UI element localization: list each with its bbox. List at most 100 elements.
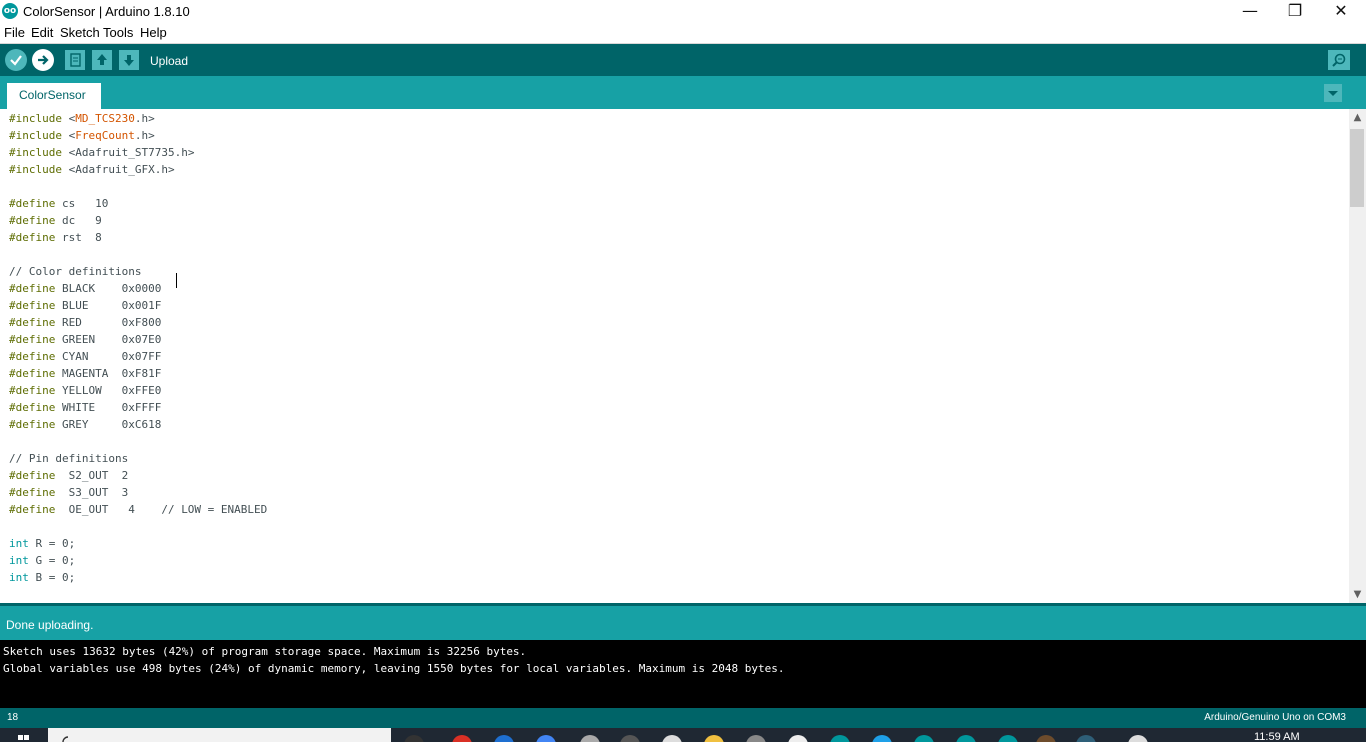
code-token: int: [9, 554, 29, 567]
open-sketch-button[interactable]: [92, 50, 112, 70]
code-line: #include <FreqCount.h>: [9, 127, 155, 144]
code-line: #define rst 8: [9, 229, 102, 246]
code-token: BLACK 0x0000: [55, 282, 162, 295]
code-line: // Color definitions: [9, 263, 141, 280]
code-line: #define S3_OUT 3: [9, 484, 128, 501]
windows-start-icon[interactable]: [14, 732, 34, 742]
code-line: #include <MD_TCS230.h>: [9, 110, 155, 127]
code-line: #define cs 10: [9, 195, 108, 212]
code-token: #define: [9, 282, 56, 295]
new-sketch-button[interactable]: [65, 50, 85, 70]
output-console[interactable]: Sketch uses 13632 bytes (42%) of program…: [0, 640, 1366, 708]
code-token: #include: [9, 163, 62, 176]
scroll-up-icon[interactable]: ▲: [1349, 109, 1366, 126]
serial-monitor-button[interactable]: [1328, 50, 1350, 70]
code-line: int R = 0;: [9, 535, 75, 552]
code-token: #define: [9, 299, 56, 312]
menu-tools[interactable]: Tools: [103, 25, 133, 40]
menu-help[interactable]: Help: [140, 25, 167, 40]
code-token: R = 0;: [28, 537, 76, 550]
code-token: #define: [9, 486, 56, 499]
task-view-icon[interactable]: [404, 735, 424, 742]
code-line: int B = 0;: [9, 569, 75, 586]
code-token: S2_OUT 2: [55, 469, 129, 482]
tab-label: ColorSensor: [19, 88, 86, 102]
toolbar-hover-label: Upload: [150, 54, 189, 68]
taskbar-app-icon[interactable]: [746, 735, 766, 742]
chrome-icon[interactable]: [536, 735, 556, 742]
tab-menu-button[interactable]: [1324, 84, 1342, 102]
code-token: cs 10: [55, 197, 109, 210]
taskbar-app-icon[interactable]: [788, 735, 808, 742]
code-token: G = 0;: [28, 554, 76, 567]
code-token: #define: [9, 214, 56, 227]
taskbar-app-icon[interactable]: [872, 735, 892, 742]
code-line: #define BLUE 0x001F: [9, 297, 161, 314]
code-token: #define: [9, 418, 56, 431]
arduino-task-icon[interactable]: [1076, 735, 1096, 742]
code-token: // Pin definitions: [9, 452, 129, 465]
taskbar-app-icon[interactable]: [452, 735, 472, 742]
arduino-task-icon[interactable]: [830, 735, 850, 742]
code-token: #include: [9, 146, 62, 159]
arduino-task-icon[interactable]: [956, 735, 976, 742]
code-line: int G = 0;: [9, 552, 75, 569]
save-sketch-button[interactable]: [119, 50, 139, 70]
code-line: #define OE_OUT 4 // LOW = ENABLED: [9, 501, 267, 518]
window-title: ColorSensor | Arduino 1.8.10: [23, 4, 190, 19]
footer-bar: 18 Arduino/Genuino Uno on COM3: [0, 708, 1366, 728]
windows-taskbar: 11:59 AM: [0, 728, 1366, 742]
taskbar-app-icon[interactable]: [580, 735, 600, 742]
code-line: #define CYAN 0x07FF: [9, 348, 161, 365]
code-token: <: [61, 112, 76, 125]
editor-scrollbar[interactable]: ▲ ▼: [1349, 109, 1366, 603]
menu-file[interactable]: File: [4, 25, 25, 40]
code-token: rst 8: [55, 231, 102, 244]
scrollbar-thumb[interactable]: [1350, 129, 1364, 207]
restore-button[interactable]: ❐: [1272, 0, 1318, 24]
scroll-down-icon[interactable]: ▼: [1349, 586, 1366, 603]
upload-button[interactable]: [32, 49, 54, 71]
arduino-task-icon[interactable]: [998, 735, 1018, 742]
text-caret: [176, 273, 177, 288]
console-line: Global variables use 498 bytes (24%) of …: [3, 662, 785, 675]
code-token: #define: [9, 401, 56, 414]
code-editor[interactable]: #include <MD_TCS230.h> #include <FreqCoun…: [0, 109, 1348, 603]
status-bar: Done uploading.: [0, 606, 1366, 640]
code-token: dc 9: [55, 214, 102, 227]
file-explorer-icon[interactable]: [704, 735, 724, 742]
console-line: Sketch uses 13632 bytes (42%) of program…: [3, 645, 527, 658]
minimize-button[interactable]: —: [1227, 0, 1273, 24]
chevron-down-icon: [1328, 91, 1338, 96]
code-token: CYAN 0x07FF: [55, 350, 162, 363]
taskbar-app-icon[interactable]: [620, 735, 640, 742]
arduino-task-icon[interactable]: [914, 735, 934, 742]
code-token: #define: [9, 197, 56, 210]
taskbar-app-icon[interactable]: [662, 735, 682, 742]
serial-monitor-icon: [1332, 53, 1346, 67]
code-token: .h>: [134, 129, 155, 142]
code-token: MAGENTA 0xF81F: [55, 367, 162, 380]
code-line: #define GREEN 0x07E0: [9, 331, 161, 348]
menu-bar: File Edit Sketch Tools Help: [0, 24, 1366, 44]
code-line: #include <Adafruit_GFX.h>: [9, 161, 175, 178]
tab-bar: ColorSensor: [0, 76, 1366, 109]
menu-edit[interactable]: Edit: [31, 25, 53, 40]
close-button[interactable]: ✕: [1318, 0, 1364, 24]
code-line: // Pin definitions: [9, 450, 128, 467]
code-token: #define: [9, 384, 56, 397]
verify-button[interactable]: [5, 49, 27, 71]
code-line: #define WHITE 0xFFFF: [9, 399, 161, 416]
code-token: YELLOW 0xFFE0: [55, 384, 162, 397]
taskbar-search-box[interactable]: [48, 728, 391, 742]
code-token: #include: [9, 129, 62, 142]
taskbar-app-icon[interactable]: [1128, 735, 1148, 742]
tab-colorsensor[interactable]: ColorSensor: [7, 83, 101, 109]
taskbar-app-icon[interactable]: [494, 735, 514, 742]
menu-sketch[interactable]: Sketch: [60, 25, 100, 40]
code-token: #define: [9, 503, 56, 516]
arduino-icon: oo: [2, 3, 18, 19]
save-icon: [124, 55, 134, 66]
taskbar-app-icon[interactable]: [1036, 735, 1056, 742]
code-token: #define: [9, 316, 56, 329]
